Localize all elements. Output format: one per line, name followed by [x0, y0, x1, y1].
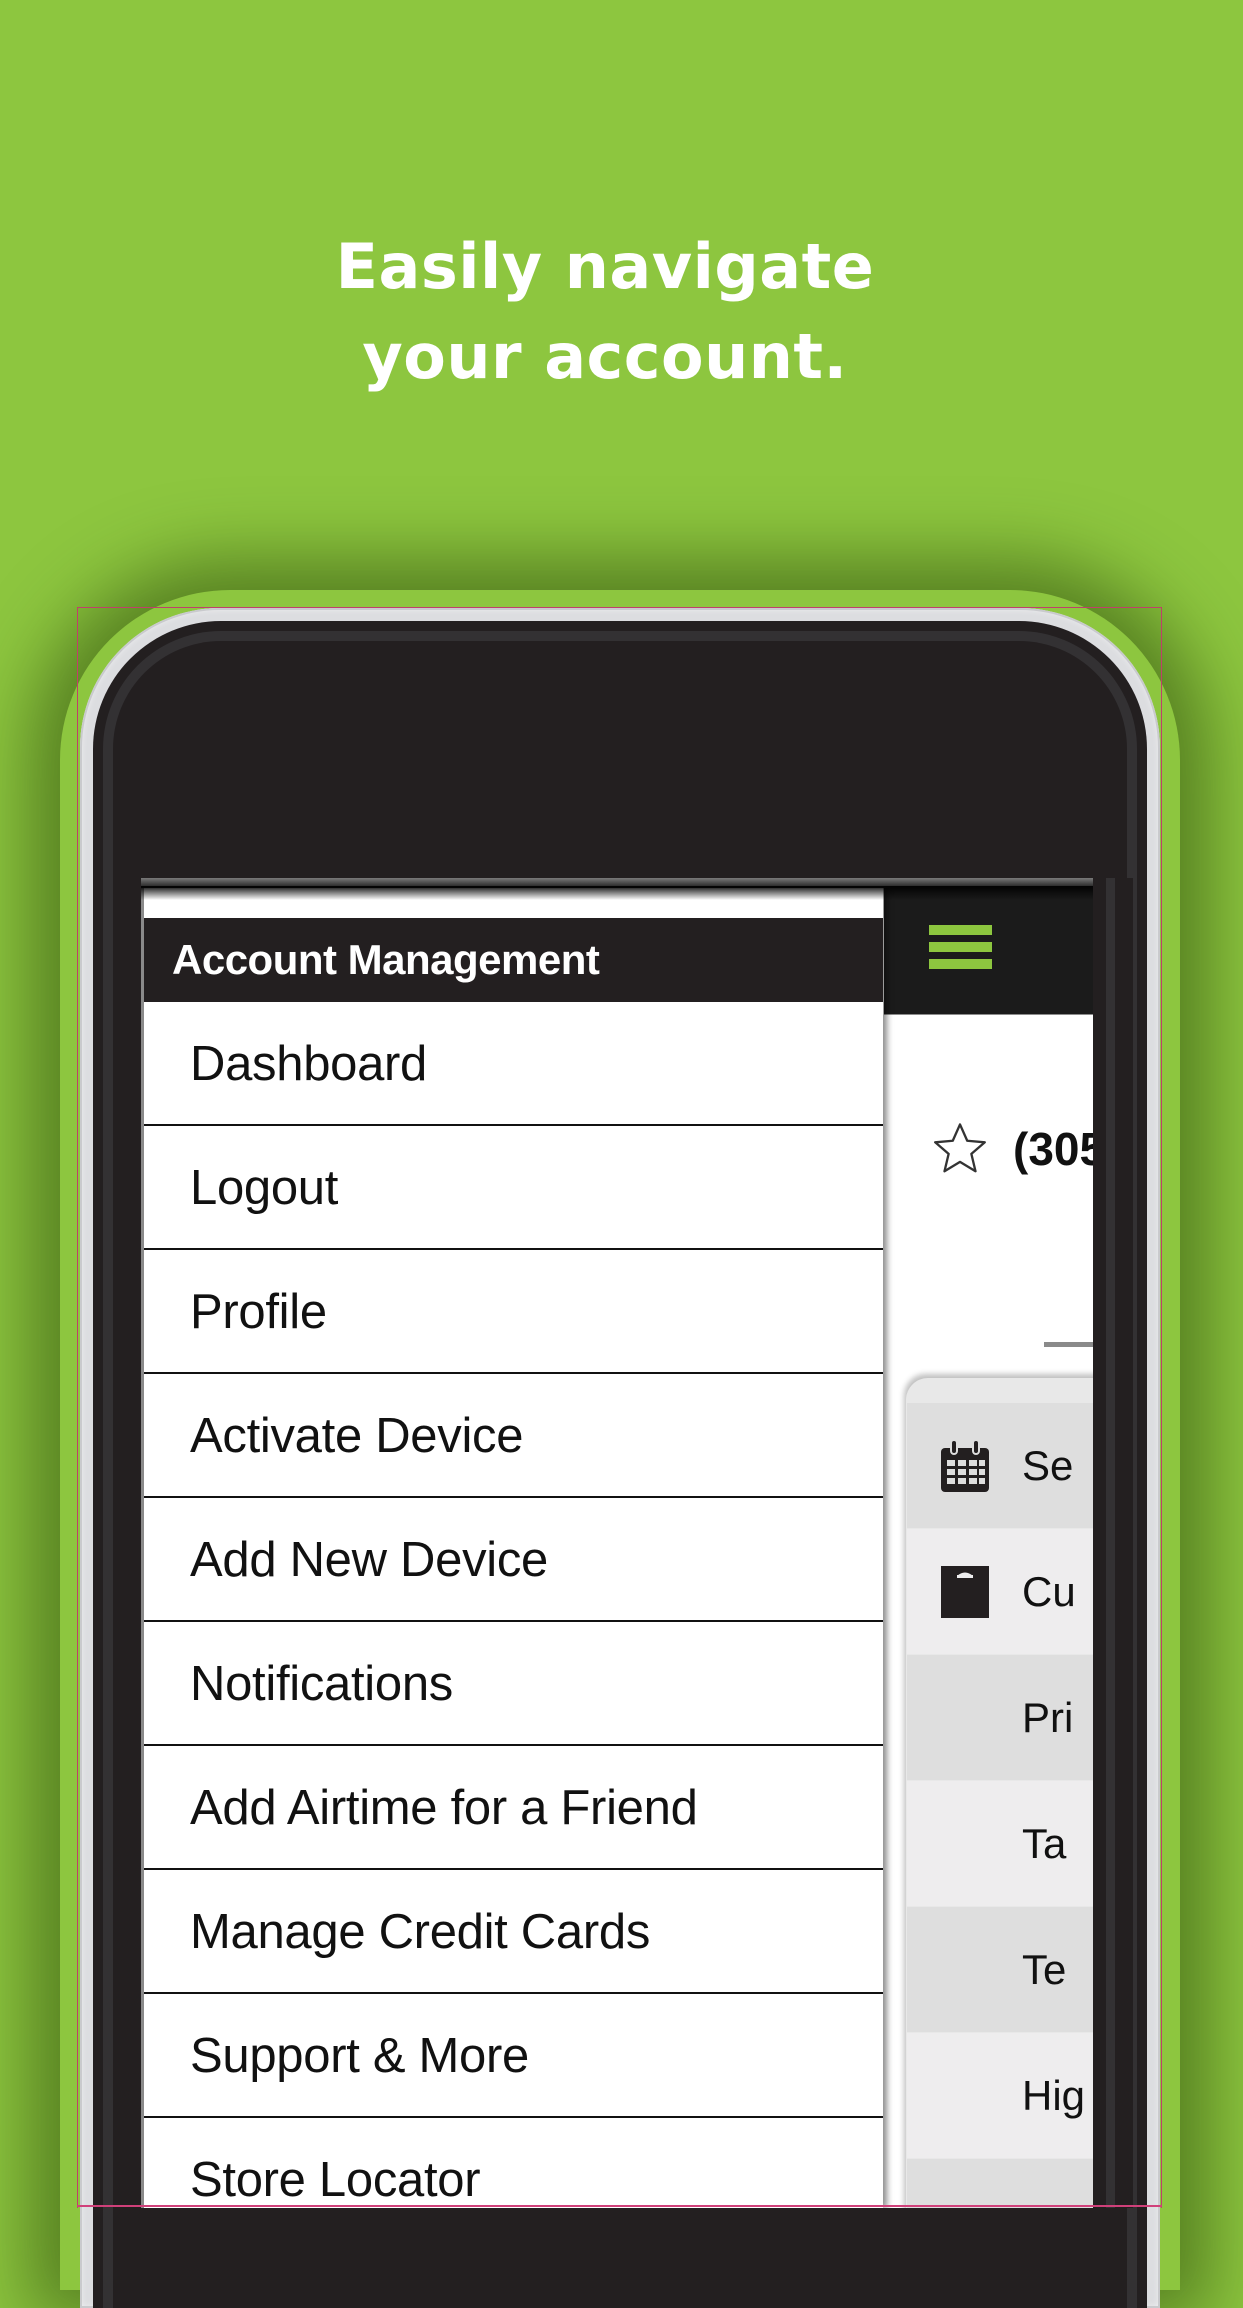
menu-item-dashboard[interactable]: Dashboard [144, 1002, 883, 1126]
headline-line-2: your account. [362, 320, 848, 393]
app-main-content: (305 Se Cu Pri Ta Te Hig [884, 878, 1093, 2208]
divider [1044, 1342, 1093, 1347]
panel-row-label: Ta [1022, 1819, 1067, 1867]
navigation-drawer: Account Management Dashboard Logout Prof… [141, 878, 883, 2208]
panel-row[interactable]: Ta [907, 1781, 1093, 1906]
status-bar-shadow [141, 886, 1093, 900]
menu-item-support-and-more[interactable]: Support & More [144, 1994, 883, 2118]
favorite-line-row[interactable]: (305 [929, 1118, 1093, 1180]
promo-headline: Easily navigate your account. [0, 222, 1210, 402]
panel-row[interactable]: Hig [907, 2033, 1093, 2158]
phone-number: (305 [1013, 1123, 1093, 1175]
panel-row-label: Hig [1022, 2071, 1086, 2119]
panel-row[interactable]: Cu [907, 1529, 1093, 1654]
phone-screen: (305 Se Cu Pri Ta Te Hig Account Managem… [141, 878, 1093, 2208]
panel-row[interactable] [907, 2159, 1093, 2208]
menu-item-profile[interactable]: Profile [144, 1250, 883, 1374]
panel-row-label: Pri [1022, 1693, 1074, 1741]
panel-row[interactable]: Se [907, 1403, 1093, 1528]
panel-row-label: Cu [1022, 1567, 1076, 1615]
star-outline-icon[interactable] [929, 1118, 991, 1180]
guide-line [77, 2205, 1162, 2207]
menu-item-add-airtime-for-a-friend[interactable]: Add Airtime for a Friend [144, 1746, 883, 1870]
panel-row-label: Te [1022, 1945, 1067, 1993]
hamburger-icon[interactable] [929, 925, 992, 971]
calendar-icon [941, 1438, 989, 1492]
menu-item-activate-device[interactable]: Activate Device [144, 1374, 883, 1498]
panel-row[interactable]: Te [907, 1907, 1093, 2032]
panel-row-label: Se [1022, 1441, 1074, 1489]
menu-item-logout[interactable]: Logout [144, 1126, 883, 1250]
panel-row[interactable]: Pri [907, 1655, 1093, 1780]
menu-item-manage-credit-cards[interactable]: Manage Credit Cards [144, 1870, 883, 1994]
sim-card-icon [941, 1565, 989, 1618]
phone-right-edge [1093, 878, 1133, 2208]
menu-item-add-new-device[interactable]: Add New Device [144, 1498, 883, 1622]
menu-item-notifications[interactable]: Notifications [144, 1622, 883, 1746]
headline-line-1: Easily navigate [335, 230, 875, 303]
drawer-menu: Dashboard Logout Profile Activate Device… [144, 1002, 883, 2208]
menu-item-store-locator[interactable]: Store Locator [144, 2118, 883, 2208]
drawer-header: Account Management [144, 918, 883, 1002]
